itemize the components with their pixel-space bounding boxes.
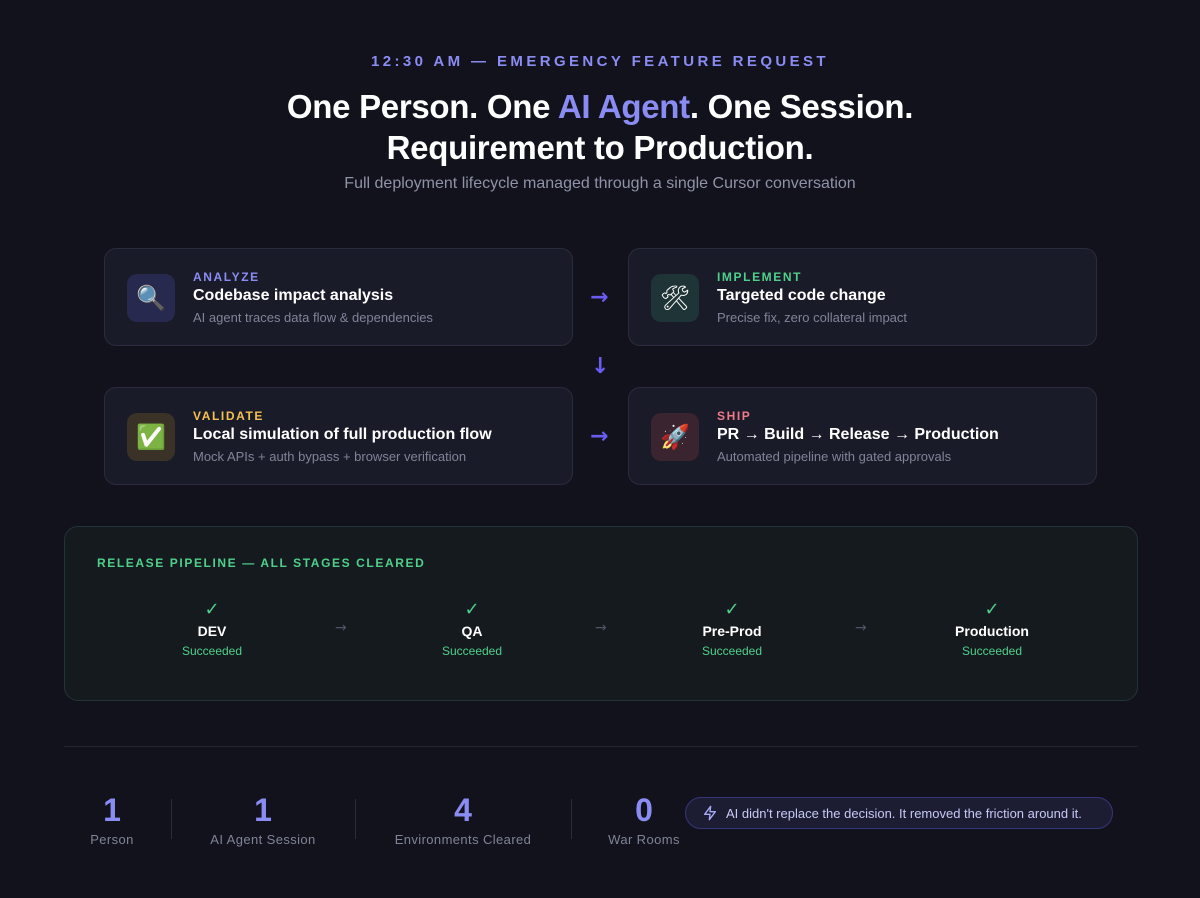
quote-text: AI didn't replace the decision. It remov… <box>726 805 1082 821</box>
arrow-right-icon: → <box>595 620 607 636</box>
validate-tag: VALIDATE <box>193 409 265 423</box>
tools-icon: 🛠 <box>651 274 699 322</box>
implement-desc: Precise fix, zero collateral impact <box>717 310 908 325</box>
stage-status: Succeeded <box>181 644 243 658</box>
check-icon: ✓ <box>464 599 480 620</box>
ship-card: 🚀 SHIP PR → Build → Release → Production… <box>628 387 1097 485</box>
check-mark-button-icon: ✅ <box>127 413 175 461</box>
check-icon: ✓ <box>724 599 740 620</box>
validate-desc: Mock APIs + auth bypass + browser verifi… <box>193 449 467 464</box>
ship-desc: Automated pipeline with gated approvals <box>717 449 952 464</box>
analyze-title: Codebase impact analysis <box>193 287 394 304</box>
implement-card: 🛠 IMPLEMENT Targeted code change Precise… <box>628 248 1097 346</box>
stat-value: 1 <box>103 792 121 828</box>
headline-part2: . One Session. <box>689 88 914 125</box>
stage-status: Succeeded <box>441 644 503 658</box>
stat-value: 0 <box>635 792 653 828</box>
stat-war-rooms: 0 War Rooms <box>594 792 694 847</box>
stat-ai-agent-session: 1 AI Agent Session <box>193 792 333 847</box>
stat-label: Person <box>90 832 134 847</box>
headline-part1: One Person. One <box>286 88 558 125</box>
arrow-right-icon: → <box>855 620 867 636</box>
stat-person: 1 Person <box>62 792 162 847</box>
arrow-right-icon: → <box>590 285 609 310</box>
validate-card: ✅ VALIDATE Local simulation of full prod… <box>104 387 573 485</box>
stage-name: Production <box>955 623 1029 639</box>
stage-dev: ✓ DEV Succeeded <box>132 599 292 658</box>
page-headline: One Person. One AI Agent. One Session. R… <box>0 86 1200 168</box>
stage-name: QA <box>461 623 483 639</box>
implement-tag: IMPLEMENT <box>717 270 803 284</box>
magnifier-icon: 🔍 <box>127 274 175 322</box>
stage-name: Pre-Prod <box>702 623 762 639</box>
check-icon: ✓ <box>204 599 220 620</box>
validate-title: Local simulation of full production flow <box>193 426 492 443</box>
stat-separator <box>355 799 356 839</box>
stat-separator <box>571 799 572 839</box>
stat-value: 1 <box>254 792 272 828</box>
stage-pre-prod: ✓ Pre-Prod Succeeded <box>652 599 812 658</box>
stage-name: DEV <box>197 623 227 639</box>
stat-value: 4 <box>454 792 472 828</box>
stat-label: War Rooms <box>608 832 680 847</box>
release-pipeline-panel: RELEASE PIPELINE — ALL STAGES CLEARED ✓ … <box>64 526 1138 701</box>
eyebrow-label: 12:30 AM — EMERGENCY FEATURE REQUEST <box>370 53 829 70</box>
ship-tag: SHIP <box>717 409 752 423</box>
arrow-right-icon: → <box>335 620 347 636</box>
ship-title: PR → Build → Release → Production <box>717 426 999 443</box>
rocket-icon: 🚀 <box>651 413 699 461</box>
stage-production: ✓ Production Succeeded <box>912 599 1072 658</box>
headline-line2: Requirement to Production. <box>386 129 814 166</box>
arrow-right-icon: → <box>590 424 609 449</box>
implement-title: Targeted code change <box>717 287 886 304</box>
headline-accent: AI Agent <box>557 88 690 125</box>
quote-pill: AI didn't replace the decision. It remov… <box>685 797 1113 829</box>
analyze-desc: AI agent traces data flow & dependencies <box>193 310 433 325</box>
page-subtitle: Full deployment lifecycle managed throug… <box>344 175 856 192</box>
pipeline-title: RELEASE PIPELINE — ALL STAGES CLEARED <box>97 556 426 570</box>
lightning-icon <box>704 805 716 821</box>
stage-status: Succeeded <box>961 644 1023 658</box>
analyze-card: 🔍 ANALYZE Codebase impact analysis AI ag… <box>104 248 573 346</box>
stat-label: AI Agent Session <box>210 832 316 847</box>
analyze-tag: ANALYZE <box>193 270 260 284</box>
section-divider <box>64 746 1138 747</box>
stage-qa: ✓ QA Succeeded <box>392 599 552 658</box>
arrow-down-icon: ↓ <box>591 354 610 379</box>
stat-label: Environments Cleared <box>394 832 532 847</box>
stat-separator <box>171 799 172 839</box>
stage-status: Succeeded <box>701 644 763 658</box>
check-icon: ✓ <box>984 599 1000 620</box>
stat-environments-cleared: 4 Environments Cleared <box>383 792 543 847</box>
